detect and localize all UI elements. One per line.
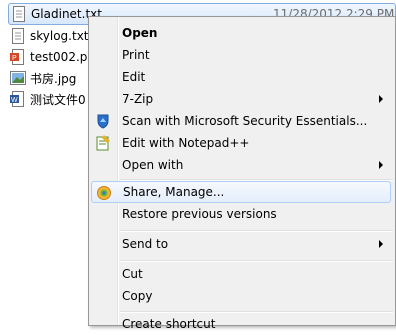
text-file-icon [10,28,26,44]
menu-item-create-shortcut[interactable]: Create shortcut [91,313,391,335]
menu-item-notepad[interactable]: Edit with Notepad++ [91,132,391,154]
menu-item-label: Share, Manage... [123,185,225,199]
menu-item-scan[interactable]: Scan with Microsoft Security Essentials.… [91,110,391,132]
menu-item-label: Edit [122,70,146,84]
menu-item-7zip[interactable]: 7-Zip [91,88,391,110]
file-name: 测试文件0 [30,92,86,107]
image-file-icon [10,70,26,86]
word-file-icon: W [10,91,26,107]
menu-item-cut[interactable]: Cut [91,263,391,285]
menu-item-label: Restore previous versions [122,207,277,221]
menu-separator [120,230,393,232]
powerpoint-file-icon: P [10,49,26,65]
file-name: skylog.txt [30,29,89,43]
menu-item-label: Print [122,48,150,62]
menu-item-send-to[interactable]: Send to [91,233,391,255]
submenu-arrow-icon [379,240,383,248]
submenu-arrow-icon [379,95,383,103]
menu-item-label: Copy [122,289,153,303]
context-menu: Open Print Edit 7-Zip Scan with Microsof… [88,16,396,331]
menu-item-restore[interactable]: Restore previous versions [91,203,391,225]
svg-text:W: W [11,97,18,104]
menu-item-label: Cut [122,267,143,281]
text-file-icon [11,6,27,22]
menu-item-print[interactable]: Print [91,44,391,66]
menu-item-copy[interactable]: Copy [91,285,391,307]
menu-item-edit[interactable]: Edit [91,66,391,88]
security-essentials-icon [95,113,111,129]
menu-item-label: Edit with Notepad++ [122,136,250,150]
gladinet-icon [96,185,112,201]
menu-item-open-with[interactable]: Open with [91,154,391,176]
menu-item-label: Open with [122,158,184,172]
menu-item-label: Create shortcut [122,317,216,331]
menu-item-label: Send to [122,237,169,251]
menu-item-label: Scan with Microsoft Security Essentials.… [122,114,368,128]
menu-separator [120,260,393,262]
file-name: 书房.jpg [30,71,77,86]
svg-text:P: P [12,55,17,62]
menu-item-share-manage[interactable]: Share, Manage... [91,181,391,203]
menu-item-label: Open [122,26,158,40]
menu-item-label: 7-Zip [122,92,154,106]
menu-item-open[interactable]: Open [91,22,391,44]
submenu-arrow-icon [379,161,383,169]
file-name: test002.pp [30,50,95,64]
notepad-plus-plus-icon [95,135,111,151]
